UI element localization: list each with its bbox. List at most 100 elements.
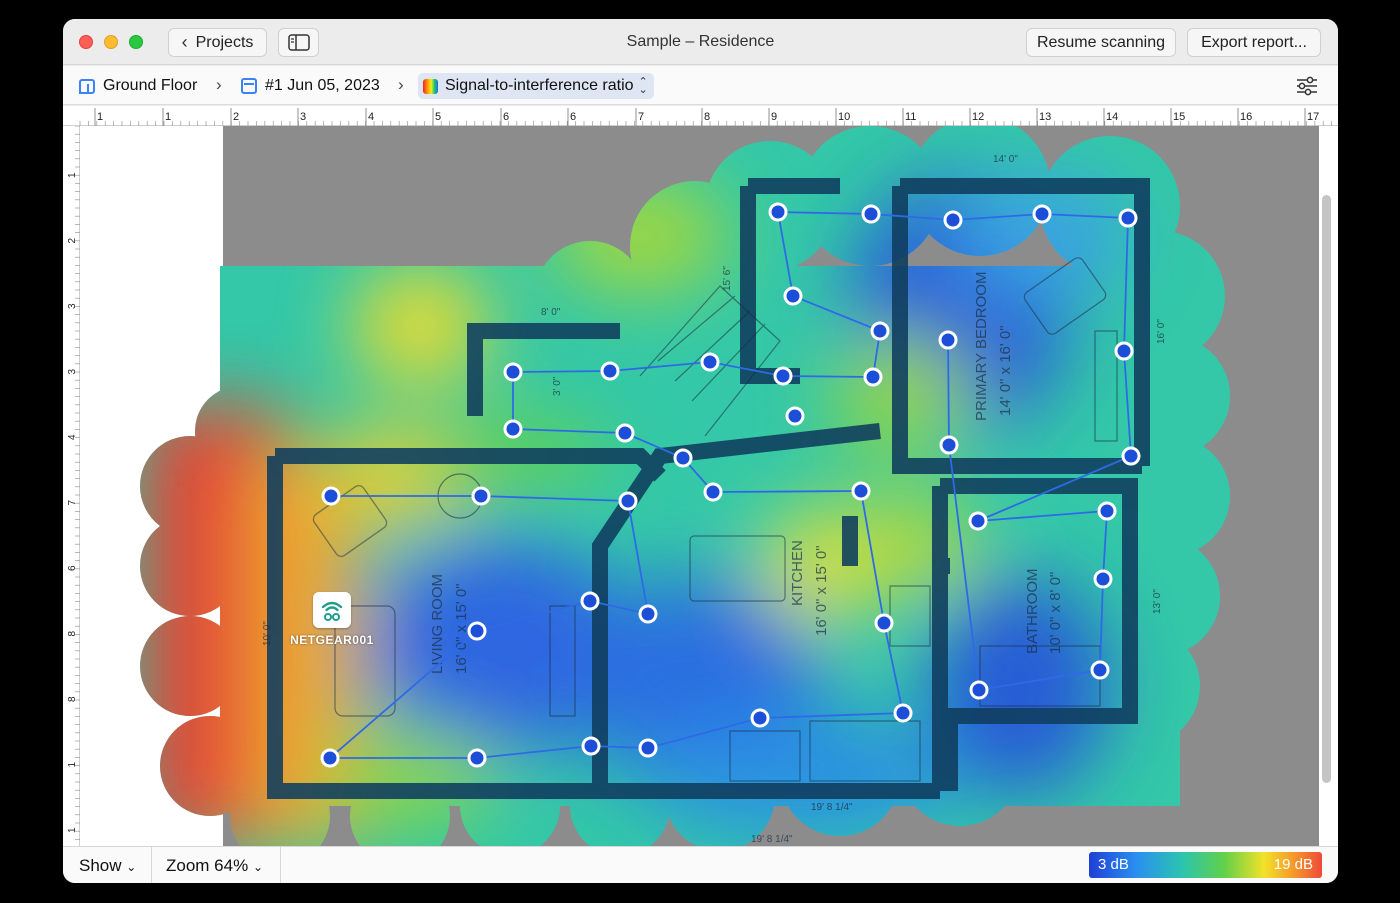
scan-point-center — [1121, 348, 1127, 354]
scan-point-center — [868, 211, 874, 217]
ruler-tick-label: 7 — [67, 500, 78, 506]
breadcrumb: Ground Floor › #1 Jun 05, 2023 › Signal-… — [63, 66, 1338, 105]
chevron-updown-icon: ⌃ ⌄ — [638, 76, 648, 96]
ruler-tick-label: 4 — [67, 434, 78, 440]
scan-point-center — [790, 293, 796, 299]
legend-max: 19 dB — [1273, 856, 1313, 873]
legend-min: 3 dB — [1098, 856, 1129, 873]
scan-point-center — [1104, 508, 1110, 514]
ruler-tick-label: 6 — [570, 111, 576, 123]
room-bathroom: BATHROOM — [1024, 568, 1041, 654]
ruler-tick-label: 17 — [1307, 111, 1319, 123]
export-report-button[interactable]: Export report... — [1187, 28, 1321, 57]
ruler-tick-label: 15 — [1173, 111, 1185, 123]
ruler-tick-label: 16 — [1240, 111, 1252, 123]
scan-point-center — [327, 755, 333, 761]
scan-point-center — [474, 628, 480, 634]
scan-point-center — [775, 209, 781, 215]
scan-point-center — [328, 493, 334, 499]
dim-label: 19' 8 1/4" — [811, 802, 853, 813]
vertical-scrollbar[interactable] — [1322, 195, 1331, 783]
room-kitchen-dims: 16' 0" x 15' 0" — [813, 545, 830, 636]
floor-plan-icon — [79, 78, 95, 94]
scan-point-center — [622, 430, 628, 436]
scan-point-center — [645, 745, 651, 751]
ruler-tick-label: 2 — [233, 111, 239, 123]
heatmap-plan: LIVING ROOM 16' 0" x 15' 0" KITCHEN 16' … — [140, 126, 1319, 846]
room-bedroom: PRIMARY BEDROOM — [973, 272, 990, 421]
scan-point-center — [680, 455, 686, 461]
scan-point-center — [478, 493, 484, 499]
vertical-ruler: 1 2 3 3 4 7 6 8 8 1 1 — [63, 125, 80, 846]
app-window: ‹ Projects Sample – Residence Resume sca… — [63, 19, 1338, 883]
dim-label: 8' 0" — [541, 307, 561, 318]
scan-point-center — [975, 518, 981, 524]
ruler-tick-label: 12 — [972, 111, 984, 123]
dim-label: 14' 0" — [993, 154, 1018, 165]
resume-scanning-button[interactable]: Resume scanning — [1026, 28, 1176, 57]
scan-point-center — [870, 374, 876, 380]
dim-label: 15' 6" — [722, 266, 733, 291]
ruler-tick-label: 6 — [67, 565, 78, 571]
metric-selector[interactable]: Signal-to-interference ratio ⌃ ⌄ — [418, 73, 654, 99]
metric-label: Signal-to-interference ratio — [445, 77, 634, 94]
ruler-tick-label: 1 — [67, 762, 78, 768]
dim-label: 16' 0" — [1156, 319, 1167, 344]
ruler-tick-label: 10 — [838, 111, 850, 123]
scan-point-center — [881, 620, 887, 626]
scan-point-center — [1100, 576, 1106, 582]
scan-point-center — [900, 710, 906, 716]
scan-point-center — [1097, 667, 1103, 673]
ruler-tick-label: 5 — [435, 111, 441, 123]
scan-point-center — [757, 715, 763, 721]
scan-point-center — [710, 489, 716, 495]
dim-label: 3' 0" — [552, 376, 563, 396]
floor-label: Ground Floor — [103, 77, 198, 94]
room-living-dims: 16' 0" x 15' 0" — [453, 583, 470, 674]
ruler-tick-label: 13 — [1039, 111, 1051, 123]
view-settings-icon[interactable] — [1296, 76, 1318, 96]
ruler-tick-label: 4 — [368, 111, 374, 123]
scan-point-center — [858, 488, 864, 494]
ruler-tick-label: 2 — [67, 238, 78, 244]
scan-point-center — [877, 328, 883, 334]
scan-point-center — [1128, 453, 1134, 459]
scan-point-center — [976, 687, 982, 693]
dim-label: 13' 0" — [1152, 589, 1163, 614]
ruler-tick-label: 3 — [300, 111, 306, 123]
wifi-icon — [321, 601, 343, 621]
ruler-tick-label: 6 — [503, 111, 509, 123]
survey-label: #1 Jun 05, 2023 — [265, 77, 380, 94]
scan-point-center — [792, 413, 798, 419]
ruler-tick-label: 1 — [165, 111, 171, 123]
scan-point-center — [510, 426, 516, 432]
chevron-down-icon: ⌄ — [252, 860, 263, 874]
scan-point-center — [946, 442, 952, 448]
scan-point-center — [625, 498, 631, 504]
heatmap-gradient-icon — [423, 78, 438, 94]
show-menu[interactable]: Show ⌄ — [79, 856, 136, 876]
room-kitchen: KITCHEN — [789, 540, 806, 606]
chevron-right-icon: › — [398, 75, 404, 94]
zoom-menu[interactable]: Zoom 64% ⌄ — [166, 856, 263, 876]
bottom-toolbar: Show ⌄ Zoom 64% ⌄ 3 dB 19 dB — [63, 846, 1338, 883]
heatmap-legend: 3 dB 19 dB — [1089, 852, 1322, 878]
ruler-tick-label: 7 — [638, 111, 644, 123]
access-point-marker[interactable] — [313, 592, 351, 628]
ruler-tick-label: 8 — [704, 111, 710, 123]
floor-plan-canvas[interactable]: LIVING ROOM 16' 0" x 15' 0" KITCHEN 16' … — [80, 126, 1338, 846]
scan-point-center — [707, 359, 713, 365]
chevron-right-icon: › — [216, 75, 222, 94]
scan-point-center — [510, 369, 516, 375]
scan-point-center — [945, 337, 951, 343]
ruler-tick-label: 3 — [67, 369, 78, 375]
scan-point-center — [607, 368, 613, 374]
ruler-tick-label: 9 — [771, 111, 777, 123]
breadcrumb-survey[interactable]: #1 Jun 05, 2023 — [241, 75, 380, 97]
ruler-tick-label: 3 — [67, 303, 78, 309]
scan-point-center — [780, 373, 786, 379]
breadcrumb-floor[interactable]: Ground Floor — [79, 75, 197, 97]
horizontal-ruler: 1 1 2 3 4 5 6 6 7 8 9 10 11 12 13 14 15 16 17 — [63, 106, 1338, 126]
ruler-tick-label: 11 — [905, 111, 916, 123]
scan-point-center — [587, 598, 593, 604]
